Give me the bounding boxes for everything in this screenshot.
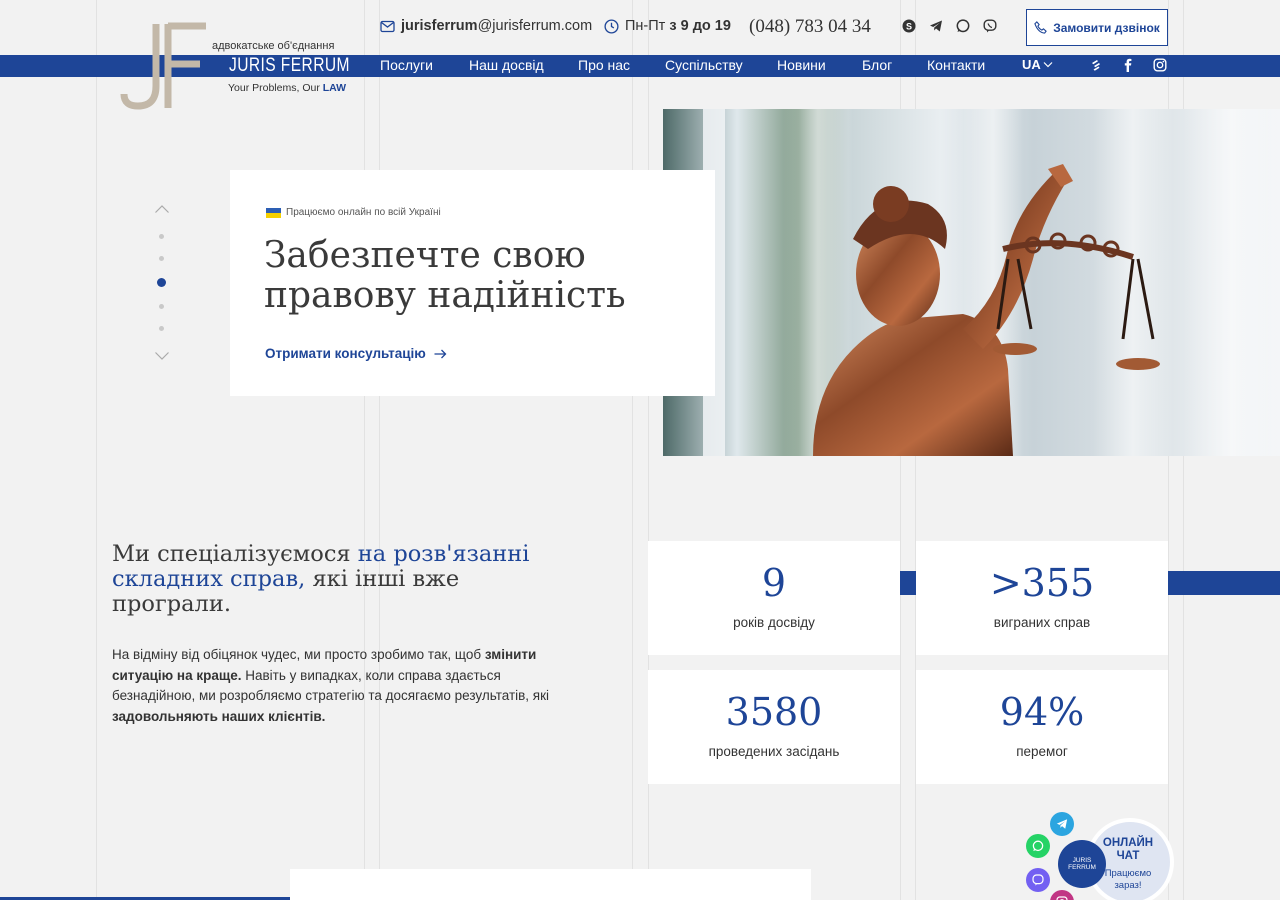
stat-label: виграних справ: [993, 615, 1091, 630]
grid-line: [632, 0, 633, 900]
phone-icon: [1034, 21, 1048, 34]
hero-slider-nav: [152, 200, 172, 365]
language-selector[interactable]: UA: [1022, 57, 1053, 72]
email-link[interactable]: jurisferrum@jurisferrum.com: [380, 18, 592, 34]
grid-line: [379, 0, 380, 900]
logo-name: JURIS FERRUM: [229, 55, 350, 76]
viber-icon[interactable]: [983, 19, 997, 33]
nav-item-services[interactable]: Послуги: [380, 57, 433, 73]
nav-item-society[interactable]: Суспільству: [665, 57, 743, 73]
sitemap-icon[interactable]: [1089, 58, 1103, 72]
chevron-up-icon[interactable]: [154, 204, 170, 214]
specialization-heading: Ми спеціалізуємося на розв'язанні складн…: [112, 541, 530, 617]
chevron-down-icon: [1043, 62, 1053, 68]
stat-label: перемог: [1016, 744, 1068, 759]
stat-label: років досвіду: [733, 615, 815, 630]
phone-number[interactable]: (048) 783 04 34: [749, 16, 871, 38]
slider-dot[interactable]: [159, 256, 164, 261]
logo-monogram-icon: [120, 22, 206, 110]
logo-tagline: Your Problems, Our LAW: [228, 82, 347, 94]
ukraine-flag-icon: [266, 207, 281, 218]
site-logo[interactable]: адвокатське об'єднання JURIS FERRUM Your…: [112, 20, 352, 112]
stats-accent-stripe: [1168, 571, 1280, 595]
stats-accent-stripe: [900, 571, 916, 595]
hero-card: Працюємо онлайн по всій Україні Забезпеч…: [230, 170, 715, 396]
clock-icon: [604, 18, 619, 34]
get-consultation-link[interactable]: Отримати консультацію: [265, 346, 447, 361]
arrow-right-icon: [434, 349, 447, 358]
nav-item-blog[interactable]: Блог: [862, 57, 892, 73]
whatsapp-icon[interactable]: [1026, 834, 1050, 858]
whatsapp-icon[interactable]: [956, 19, 970, 33]
slider-dot[interactable]: [159, 326, 164, 331]
chat-title: ОНЛАЙН ЧАТ: [1102, 837, 1154, 862]
stat-value: 9: [761, 561, 787, 605]
telegram-icon[interactable]: [929, 19, 943, 33]
mail-icon: [380, 20, 395, 32]
slider-dot-active[interactable]: [157, 278, 166, 287]
chat-subtitle: Працюємо зараз!: [1104, 868, 1152, 891]
telegram-icon[interactable]: [1050, 812, 1074, 836]
next-section-card: [290, 869, 811, 900]
stat-value: 3580: [725, 690, 823, 734]
skype-icon[interactable]: S: [902, 19, 916, 33]
grid-line: [364, 0, 365, 900]
stat-card-cases-won: >355 виграних справ: [916, 541, 1168, 655]
specialization-text: На відміну від обіцянок чудес, ми просто…: [112, 647, 550, 724]
hero-badge: Працюємо онлайн по всій Україні: [266, 207, 441, 218]
svg-text:S: S: [906, 22, 912, 32]
working-hours: Пн-Пт з 9 до 19: [604, 18, 731, 34]
order-call-button[interactable]: Замовити дзвінок: [1026, 9, 1168, 46]
hero-title: Забезпечте свою правову надійність: [264, 235, 626, 316]
stat-value: >355: [989, 561, 1095, 605]
stat-card-wins-percent: 94% перемог: [916, 670, 1168, 784]
facebook-icon[interactable]: [1121, 58, 1135, 72]
nav-item-about[interactable]: Про нас: [578, 57, 630, 73]
instagram-icon[interactable]: [1050, 890, 1074, 900]
chevron-down-icon[interactable]: [154, 351, 170, 361]
chat-logo: JURIS FERRUM: [1058, 840, 1106, 888]
instagram-icon[interactable]: [1153, 58, 1167, 72]
stat-label: проведених засідань: [708, 744, 840, 759]
slider-dot[interactable]: [159, 234, 164, 239]
nav-item-contacts[interactable]: Контакти: [927, 57, 985, 73]
logo-subtitle: адвокатське об'єднання: [212, 40, 335, 52]
slider-dot[interactable]: [159, 304, 164, 309]
stat-value: 94%: [999, 690, 1085, 734]
nav-item-experience[interactable]: Наш досвід: [469, 57, 544, 73]
online-chat-widget: JURIS FERRUM ОНЛАЙН ЧАТ Працюємо зараз!: [1022, 810, 1280, 900]
stat-card-years: 9 років досвіду: [648, 541, 900, 655]
hero-image-themis-statue: [663, 109, 1280, 456]
grid-line: [96, 0, 97, 900]
stat-card-hearings: 3580 проведених засідань: [648, 670, 900, 784]
viber-icon[interactable]: [1026, 868, 1050, 892]
nav-item-news[interactable]: Новини: [777, 57, 826, 73]
